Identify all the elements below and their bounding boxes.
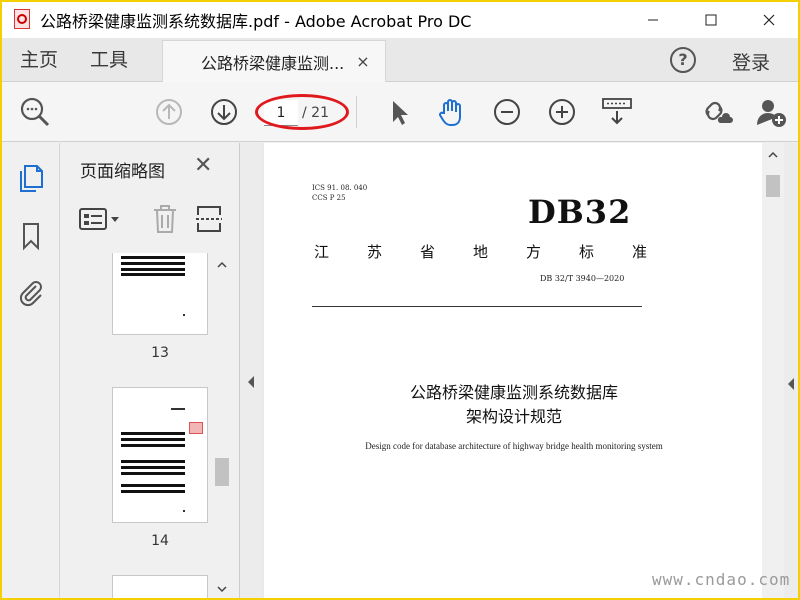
- delete-page-icon[interactable]: [150, 203, 180, 235]
- scroll-up-icon[interactable]: [767, 149, 779, 161]
- scrollbar-thumb[interactable]: [215, 458, 229, 486]
- bookmarks-icon[interactable]: [16, 221, 46, 251]
- page-thumbnails-icon[interactable]: [16, 163, 46, 193]
- close-tab-icon[interactable]: ×: [356, 52, 369, 71]
- tab-document[interactable]: 公路桥梁健康监测... ×: [162, 40, 386, 82]
- minimize-icon: [648, 19, 658, 21]
- navigation-rail: [2, 143, 60, 598]
- pdf-page: ICS 91. 08. 040 CCS P 25 DB32 江苏省地方标准 DB…: [264, 143, 762, 598]
- help-icon[interactable]: ?: [670, 47, 696, 73]
- thumbnail-list: 13 14: [60, 253, 212, 598]
- header-rule: [312, 306, 642, 307]
- collapse-right-pane-handle[interactable]: [784, 143, 798, 598]
- standard-number: DB 32/T 3940—2020: [540, 274, 625, 283]
- document-scrollbar[interactable]: [762, 143, 784, 598]
- document-view: ICS 91. 08. 040 CCS P 25 DB32 江苏省地方标准 DB…: [262, 143, 784, 598]
- document-tab-label: 公路桥梁健康监测...: [201, 53, 345, 73]
- add-user-icon[interactable]: [754, 95, 788, 129]
- site-watermark: www.cndao.com: [652, 570, 791, 589]
- page-thumbnails-panel: 页面缩略图 ✕ 13 14: [60, 143, 240, 598]
- login-button[interactable]: 登录: [732, 38, 770, 82]
- tab-row: 主页 工具 公路桥梁健康监测... × ? 登录: [2, 38, 798, 82]
- thumbnail-scrollbar[interactable]: [212, 253, 232, 598]
- maximize-button[interactable]: [682, 2, 740, 38]
- toolbar-separator: [356, 96, 357, 128]
- collapse-left-pane-handle[interactable]: [240, 143, 262, 598]
- document-title-english: Design code for database architecture of…: [365, 441, 663, 451]
- document-title-chinese: 公路桥梁健康监测系统数据库 架构设计规范: [409, 383, 618, 426]
- standard-code: DB32: [528, 193, 632, 231]
- tab-tools[interactable]: 工具: [90, 38, 128, 82]
- extract-page-icon[interactable]: [194, 203, 224, 235]
- thumbnail-page-13[interactable]: [112, 253, 208, 335]
- window-title: 公路桥梁健康监测系统数据库.pdf - Adobe Acrobat Pro DC: [40, 12, 472, 31]
- zoom-out-icon[interactable]: [490, 95, 524, 129]
- window-controls: [624, 2, 798, 38]
- toolbar: 1 / 21: [2, 82, 798, 142]
- panel-title: 页面缩略图: [80, 162, 165, 182]
- close-panel-icon[interactable]: ✕: [194, 153, 212, 178]
- maximize-icon: [705, 14, 717, 26]
- thumbnail-page-partial[interactable]: [112, 575, 208, 598]
- thumbnail-options-icon[interactable]: [78, 205, 124, 233]
- acrobat-app-icon: [10, 7, 36, 33]
- hand-tool-icon[interactable]: [434, 95, 468, 129]
- acrobat-window: 公路桥梁健康监测系统数据库.pdf - Adobe Acrobat Pro DC…: [2, 2, 798, 598]
- chevron-left-icon: [788, 378, 794, 390]
- minimize-button[interactable]: [624, 2, 682, 38]
- zoom-in-icon[interactable]: [545, 95, 579, 129]
- attachments-icon[interactable]: [16, 277, 46, 307]
- thumbnail-page-number: 14: [151, 533, 169, 549]
- previous-page-icon[interactable]: [152, 95, 186, 129]
- scroll-down-icon[interactable]: [216, 583, 228, 595]
- scroll-up-icon[interactable]: [216, 259, 228, 271]
- share-link-icon[interactable]: [700, 95, 734, 129]
- scrollbar-thumb[interactable]: [766, 175, 780, 197]
- tab-home[interactable]: 主页: [20, 38, 58, 82]
- chevron-left-icon: [248, 376, 254, 388]
- thumbnail-page-14[interactable]: [112, 387, 208, 523]
- select-cursor-icon[interactable]: [382, 95, 416, 129]
- ics-code: ICS 91. 08. 040 CCS P 25: [312, 184, 368, 202]
- zoom-search-icon[interactable]: [18, 95, 52, 129]
- thumbnail-page-number: 13: [151, 345, 169, 361]
- next-page-icon[interactable]: [207, 95, 241, 129]
- highlight-oval-annotation: [255, 94, 349, 130]
- province-standard-label: 江苏省地方标准: [314, 243, 686, 261]
- title-bar: 公路桥梁健康监测系统数据库.pdf - Adobe Acrobat Pro DC: [2, 2, 798, 38]
- close-window-button[interactable]: [740, 2, 798, 38]
- close-icon: [763, 14, 775, 26]
- keyboard-fit-icon[interactable]: [600, 95, 634, 129]
